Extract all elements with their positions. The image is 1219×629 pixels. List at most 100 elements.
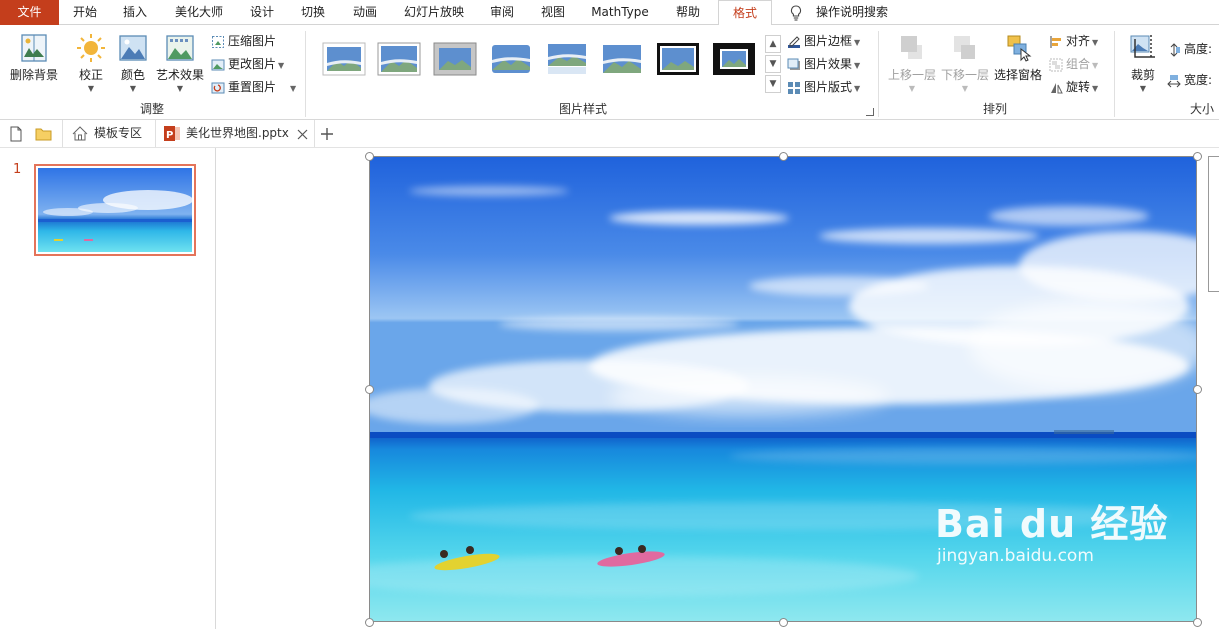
- open-folder-icon[interactable]: [35, 126, 52, 141]
- corrections-button[interactable]: 校正 ▼: [72, 33, 110, 93]
- tab-insert[interactable]: 插入: [116, 0, 154, 25]
- picture-styles-gallery: [313, 33, 763, 93]
- align-label: 对齐: [1066, 34, 1091, 48]
- resize-handle-bottom-right[interactable]: [1193, 618, 1202, 627]
- height-label: 高度:: [1184, 42, 1213, 56]
- send-backward-label: 下移一层: [940, 68, 989, 82]
- resize-handle-right[interactable]: [1193, 385, 1202, 394]
- remove-background-button[interactable]: 删除背景: [6, 33, 62, 83]
- style-thumbnail-icon: [603, 45, 641, 73]
- tab-help[interactable]: 帮助: [669, 0, 707, 25]
- crop-icon: [1130, 35, 1155, 59]
- picture-style-soft-edge[interactable]: [489, 42, 533, 76]
- style-thumbnail-icon: [713, 43, 755, 75]
- height-field[interactable]: 高度:: [1167, 39, 1212, 59]
- crop-button[interactable]: 裁剪 ▼: [1122, 33, 1164, 93]
- powerpoint-file-icon: P: [164, 126, 180, 141]
- change-picture-icon: [211, 59, 225, 70]
- chevron-down-icon: ▼: [854, 38, 861, 47]
- tab-home[interactable]: 开始: [66, 0, 104, 25]
- resize-handle-bottom-left[interactable]: [365, 618, 374, 627]
- ribbon: 删除背景 校正 ▼ 颜色 ▼ 艺术效果 ▼ 压缩图片 更改图片 ▼ 重置图片 ▼ 调…: [0, 25, 1219, 120]
- picture-style-thin-white[interactable]: [377, 42, 421, 76]
- remove-background-icon: [21, 34, 47, 62]
- resize-handle-bottom[interactable]: [779, 618, 788, 627]
- dialog-launcher-icon[interactable]: [866, 108, 874, 116]
- tab-view[interactable]: 视图: [534, 0, 572, 25]
- resize-handle-top-right[interactable]: [1193, 152, 1202, 161]
- slide-number: 1: [13, 162, 22, 177]
- color-button[interactable]: 颜色 ▼: [114, 33, 152, 93]
- width-label: 宽度:: [1184, 73, 1213, 87]
- resize-handle-top[interactable]: [779, 152, 788, 161]
- bring-forward-icon: [901, 36, 922, 59]
- picture-style-plain[interactable]: [600, 42, 644, 76]
- size-group-label: 大小: [1189, 102, 1214, 116]
- tab-animations[interactable]: 动画: [346, 0, 384, 25]
- tab-format[interactable]: 格式: [718, 0, 772, 26]
- compress-icon: [212, 35, 224, 48]
- picture-effects-button[interactable]: 图片效果 ▼: [787, 54, 860, 74]
- group-icon: [1049, 58, 1063, 71]
- watermark-brand: Bai du 经验: [935, 502, 1169, 546]
- lightbulb-icon: [790, 4, 802, 21]
- slide-thumbnail[interactable]: [34, 164, 196, 256]
- chevron-down-icon: ▼: [854, 84, 861, 93]
- picture-style-reflected[interactable]: [545, 42, 589, 76]
- send-backward-icon: [954, 36, 975, 59]
- tab-design[interactable]: 设计: [243, 0, 281, 25]
- baidu-watermark: Bai du 经验 jingyan.baidu.com: [935, 493, 1168, 566]
- bring-forward-button[interactable]: 上移一层 ▼: [886, 33, 938, 93]
- tab-file[interactable]: 文件: [0, 0, 59, 25]
- width-field[interactable]: 宽度:: [1167, 70, 1212, 90]
- slide-thumbnail-panel: 1: [0, 148, 216, 629]
- change-picture-button[interactable]: 更改图片 ▼: [211, 54, 284, 74]
- crop-label: 裁剪: [1130, 68, 1155, 82]
- picture-style-thick-black[interactable]: [656, 42, 700, 76]
- picture-styles-group-label: 图片样式: [558, 102, 607, 116]
- new-file-icon[interactable]: [9, 126, 23, 142]
- send-backward-button[interactable]: 下移一层 ▼: [939, 33, 991, 93]
- rotate-button[interactable]: 旋转 ▼: [1049, 77, 1098, 97]
- chevron-down-icon: ▼: [1092, 38, 1099, 47]
- picture-style-bevel[interactable]: [433, 42, 477, 76]
- compress-pictures-button[interactable]: 压缩图片: [211, 31, 276, 51]
- artistic-effects-button[interactable]: 艺术效果 ▼: [154, 33, 206, 93]
- resize-handle-top-left[interactable]: [365, 152, 374, 161]
- tab-mathtype[interactable]: MathType: [586, 0, 654, 25]
- compress-label: 压缩图片: [228, 34, 277, 48]
- tab-current-document[interactable]: P 美化世界地图.pptx: [155, 120, 315, 147]
- layout-options-strip[interactable]: [1208, 156, 1219, 292]
- chevron-down-icon: ▼: [87, 84, 95, 93]
- rotate-icon: [1051, 82, 1063, 93]
- tell-me-search[interactable]: 操作说明搜索: [790, 0, 888, 25]
- selection-pane-button[interactable]: 选择窗格: [992, 33, 1044, 83]
- add-tab-icon[interactable]: [320, 127, 334, 141]
- document-tab-bar: 模板专区 P 美化世界地图.pptx: [0, 120, 1219, 148]
- align-button[interactable]: 对齐 ▼: [1049, 31, 1098, 51]
- svg-text:P: P: [166, 130, 173, 141]
- tab-template-zone[interactable]: 模板专区: [62, 120, 154, 147]
- pencil-border-icon: [788, 35, 800, 48]
- width-icon: [1167, 74, 1181, 87]
- group-objects-button[interactable]: 组合 ▼: [1049, 54, 1098, 74]
- resize-handle-left[interactable]: [365, 385, 374, 394]
- tab-slideshow[interactable]: 幻灯片放映: [397, 0, 471, 25]
- picture-layout-button[interactable]: 图片版式 ▼: [787, 77, 860, 97]
- picture-border-button[interactable]: 图片边框 ▼: [787, 31, 860, 51]
- tab-beautify-master[interactable]: 美化大师: [168, 0, 230, 25]
- align-icon: [1050, 35, 1061, 48]
- reset-picture-button[interactable]: 重置图片 ▼: [211, 77, 296, 97]
- selection-pane-icon: [1007, 35, 1032, 62]
- picture-style-simple-frame[interactable]: [322, 42, 366, 76]
- tab-review[interactable]: 审阅: [483, 0, 521, 25]
- close-icon[interactable]: [297, 129, 308, 140]
- gallery-more[interactable]: ▼: [765, 75, 781, 93]
- height-icon: [1170, 42, 1180, 57]
- slide-thumbnail-image: [38, 168, 193, 252]
- style-thumbnail-icon: [548, 44, 586, 74]
- gallery-scroll-up[interactable]: ▲: [765, 35, 781, 53]
- gallery-scroll-down[interactable]: ▼: [765, 55, 781, 73]
- picture-style-black-mat[interactable]: [712, 42, 756, 76]
- tab-transitions[interactable]: 切换: [294, 0, 332, 25]
